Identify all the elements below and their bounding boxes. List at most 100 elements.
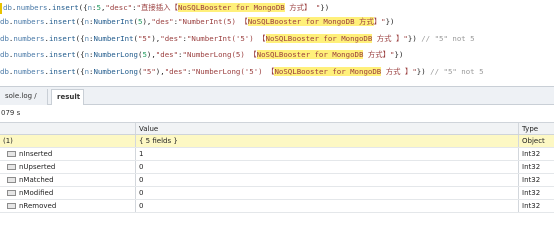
code-token: db (0, 67, 9, 76)
output-tab-bar: sole.log / print result (0, 86, 554, 115)
tab-console-log[interactable]: sole.log / print (0, 89, 48, 115)
field-type-icon (7, 177, 16, 183)
table-row[interactable]: nModified 0 Int32 (0, 187, 554, 200)
code-token: insert (51, 3, 79, 12)
row-key: nUpserted (19, 163, 56, 171)
code-token: "5" (142, 67, 156, 76)
code-line[interactable]: db.numbers.insert({n:5,"desc":"直接插入【NoSQ… (0, 1, 329, 15)
code-token: "des" (164, 67, 187, 76)
code-token: 方式 】" (381, 67, 417, 76)
result-grid: Value Type (1) { 5 fields } Object nInse… (0, 122, 554, 226)
table-row[interactable]: nMatched 0 Int32 (0, 174, 554, 187)
code-token: insert (48, 50, 76, 59)
code-token: ({ (78, 3, 88, 12)
code-token: db (0, 17, 9, 26)
row-key: nInserted (19, 150, 53, 158)
row-key-cell: nUpserted (0, 161, 135, 173)
code-token: db (0, 34, 9, 43)
code-token: NoSQLBooster for MongoDB (177, 3, 285, 12)
grid-header-row: Value Type (0, 122, 554, 135)
code-token: NumberInt (93, 34, 134, 43)
code-token: NoSQLBooster for MongoDB 方式 (247, 17, 374, 26)
field-type-icon (7, 164, 16, 170)
code-line[interactable]: db.numbers.insert({n:NumberInt(5),"des":… (0, 15, 395, 29)
code-token: // "5" not 5 (430, 67, 484, 76)
code-token: 方式】 " (284, 3, 321, 12)
code-token: db (0, 50, 9, 59)
code-token: "5" (137, 34, 152, 43)
code-token: }) (407, 34, 422, 43)
row-value: 0 (135, 200, 518, 212)
row-type: Object (518, 135, 554, 147)
code-token: "直接插入【 (136, 3, 178, 12)
code-token: numbers (13, 50, 45, 59)
column-header-value[interactable]: Value (135, 123, 518, 134)
column-header-type[interactable]: Type (518, 123, 554, 134)
code-token: ), (146, 50, 156, 59)
column-header-key[interactable] (0, 123, 135, 134)
execution-time: 079 s (0, 105, 554, 122)
code-token: NumberLong (93, 50, 138, 59)
code-token: numbers (13, 17, 45, 26)
code-token: "NumberLong(5) 【 (182, 50, 257, 59)
code-token: NoSQLBooster for MongoDB (256, 50, 364, 59)
text-cursor (0, 2, 2, 14)
code-token: numbers (13, 34, 45, 43)
code-token: }) (394, 50, 404, 59)
row-value: 0 (135, 161, 518, 173)
code-token: NumberLong (93, 67, 138, 76)
code-token: numbers (16, 3, 48, 12)
code-token: "des" (160, 34, 183, 43)
code-token: }) (320, 3, 330, 12)
code-token: NoSQLBooster for MongoDB (265, 34, 373, 43)
code-token: ({ (75, 34, 85, 43)
row-key-cell: nModified (0, 187, 135, 199)
code-token: "des" (155, 50, 179, 59)
row-value: 0 (135, 187, 518, 199)
row-type: Int32 (518, 187, 554, 199)
row-type: Int32 (518, 200, 554, 212)
row-value: 1 (135, 148, 518, 160)
code-token: 方式】" (363, 50, 395, 59)
code-token: "NumberInt(5) 【 (178, 17, 248, 26)
row-type: Int32 (518, 161, 554, 173)
code-token: }) (385, 17, 395, 26)
row-type: Int32 (518, 174, 554, 186)
code-token: ), (142, 17, 152, 26)
code-token: insert (48, 34, 76, 43)
field-type-icon (7, 203, 16, 209)
row-value: 0 (135, 174, 518, 186)
code-token: NumberInt (93, 17, 134, 26)
table-row[interactable]: nUpserted 0 Int32 (0, 161, 554, 174)
code-line[interactable]: db.numbers.insert({n:NumberLong("5"),"de… (0, 65, 484, 79)
row-key-cell: nRemoved (0, 200, 135, 212)
code-token: }) (416, 67, 431, 76)
table-row[interactable]: nRemoved 0 Int32 (0, 200, 554, 213)
row-type: Int32 (518, 148, 554, 160)
row-key: (1) (3, 137, 13, 145)
code-token: 方式 】" (372, 34, 408, 43)
code-token: ({ (75, 17, 85, 26)
row-key: nMatched (19, 176, 54, 184)
table-row[interactable]: nInserted 1 Int32 (0, 148, 554, 161)
row-key-cell: nMatched (0, 174, 135, 186)
code-line[interactable]: db.numbers.insert({n:NumberInt("5"),"des… (0, 32, 475, 46)
row-key: nModified (19, 189, 54, 197)
code-editor[interactable]: db.numbers.insert({n:5,"desc":"直接插入【NoSQ… (0, 0, 554, 86)
row-value: { 5 fields } (135, 135, 518, 147)
code-token: NoSQLBooster for MongoDB (274, 67, 382, 76)
table-row-root[interactable]: (1) { 5 fields } Object (0, 135, 554, 148)
code-token: 】" (373, 17, 386, 26)
code-token: ), (151, 34, 161, 43)
code-token: db (3, 3, 12, 12)
code-token: insert (48, 17, 76, 26)
field-type-icon (7, 151, 16, 157)
code-token: ({ (75, 50, 85, 59)
code-token: // "5" not 5 (421, 34, 475, 43)
code-token: "NumberLong('5') 【 (191, 67, 275, 76)
code-token: "NumberInt('5') 【 (186, 34, 266, 43)
code-token: "des" (151, 17, 174, 26)
code-line[interactable]: db.numbers.insert({n:NumberLong(5),"des"… (0, 48, 403, 62)
code-token: numbers (13, 67, 45, 76)
tab-result[interactable]: result (51, 89, 84, 106)
